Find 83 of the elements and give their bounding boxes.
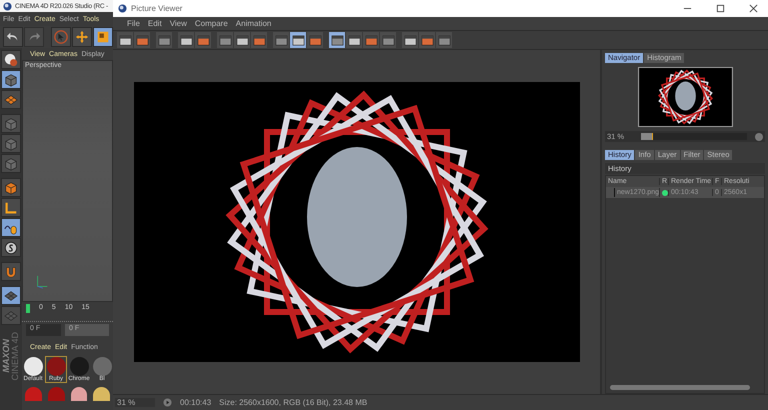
- toolbar-button[interactable]: [307, 32, 323, 48]
- menu-item[interactable]: Compare: [194, 19, 228, 28]
- menu-item[interactable]: View: [170, 19, 187, 28]
- window-icon: [308, 34, 322, 46]
- toolbar-button[interactable]: [290, 32, 306, 48]
- window-icon: [252, 34, 266, 46]
- toolbar-button[interactable]: [93, 27, 113, 47]
- tool-button[interactable]: [1, 218, 21, 237]
- tool-button[interactable]: [1, 50, 21, 69]
- circle-icon: [4, 240, 18, 254]
- window-icon: [118, 34, 132, 46]
- zoom-field[interactable]: 31 %: [115, 398, 155, 407]
- window-icon: [236, 34, 248, 46]
- toolbar-button[interactable]: [273, 32, 289, 48]
- magnet-icon: [4, 264, 18, 278]
- toolbar-button[interactable]: [234, 32, 250, 48]
- toolbar-button[interactable]: [217, 32, 233, 48]
- close-icon[interactable]: [749, 4, 758, 13]
- toolbar-button[interactable]: [117, 32, 133, 48]
- window-icon: [158, 34, 170, 46]
- sphere-icon: [4, 52, 18, 66]
- toolbar-button[interactable]: [72, 27, 92, 47]
- window-icon: [420, 34, 434, 46]
- tool-button[interactable]: [1, 198, 21, 217]
- tool-button[interactable]: [1, 178, 21, 197]
- tool-button[interactable]: [1, 90, 21, 109]
- scale-icon: [96, 30, 110, 44]
- tool-button[interactable]: [1, 70, 21, 89]
- toolbar-button[interactable]: [195, 32, 211, 48]
- toolbar-button[interactable]: [380, 32, 396, 48]
- grid-plane-icon: [4, 308, 18, 322]
- move-cross-icon: [75, 30, 89, 44]
- tool-button[interactable]: [1, 286, 21, 305]
- toolbar-button[interactable]: [134, 32, 150, 48]
- toolbar-button[interactable]: [419, 32, 435, 48]
- window-icon: [404, 34, 416, 46]
- menu-item[interactable]: Edit: [148, 19, 162, 28]
- tool-button[interactable]: [1, 262, 21, 281]
- toolbar-button[interactable]: [346, 32, 362, 48]
- grid-plane-icon: [4, 92, 18, 106]
- axis-l-icon: [4, 200, 18, 214]
- toolbar-button[interactable]: [363, 32, 379, 48]
- status-text: Size: 2560x1600, RGB (16 Bit), 23.48 MB: [219, 398, 368, 407]
- window-icon: [364, 34, 378, 46]
- window-icon: [348, 34, 360, 46]
- toolbar-button[interactable]: [178, 32, 194, 48]
- cube-icon: [4, 116, 18, 130]
- cube-icon: [4, 180, 18, 194]
- toolbar-button[interactable]: [402, 32, 418, 48]
- status-text: 00:10:43: [180, 398, 212, 407]
- cube-icon: [4, 136, 18, 150]
- window-icon: [274, 34, 288, 46]
- thumbnail-drawing[interactable]: [638, 67, 732, 127]
- window-icon: [292, 34, 304, 46]
- window-title: Picture Viewer: [131, 4, 182, 13]
- zoom-reset-button[interactable]: [755, 132, 763, 140]
- app-logo-icon: [118, 4, 127, 13]
- window-icon: [180, 34, 192, 46]
- cube-icon: [4, 156, 18, 170]
- window-icon: [438, 34, 450, 46]
- maximize-icon[interactable]: [716, 4, 725, 13]
- zoom-slider[interactable]: [641, 133, 747, 140]
- app-logo-icon: [3, 2, 12, 10]
- toolbar-button[interactable]: [156, 32, 172, 48]
- axis-gizmo-icon: [35, 275, 49, 289]
- cursor-icon: [54, 30, 68, 44]
- grid-plane-icon: [4, 288, 18, 302]
- play-icon[interactable]: [163, 398, 172, 407]
- menu-item[interactable]: File: [127, 19, 140, 28]
- window-icon: [218, 34, 232, 46]
- tool-button[interactable]: [1, 238, 21, 257]
- window-icon: [136, 34, 148, 46]
- window-icon: [196, 34, 210, 46]
- toolbar-button[interactable]: [329, 32, 345, 48]
- playhead-marker[interactable]: [26, 304, 30, 313]
- toolbar-button[interactable]: [251, 32, 267, 48]
- window-icon: [382, 34, 394, 46]
- menu-item[interactable]: Animation: [236, 19, 272, 28]
- cube-icon: [4, 72, 18, 86]
- toolbar-button[interactable]: [436, 32, 452, 48]
- window-icon: [330, 34, 344, 46]
- toolbar-button[interactable]: [3, 27, 23, 47]
- scrollbar[interactable]: [610, 385, 750, 390]
